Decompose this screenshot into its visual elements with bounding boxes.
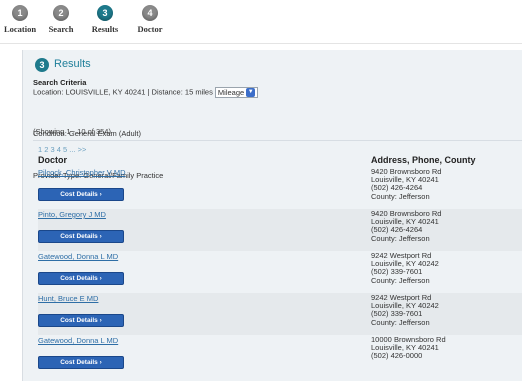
step-number: 2 — [53, 5, 69, 21]
step-progress-bar: 1 Location 2 Search 3 Results 4 Doctor — [0, 0, 522, 44]
results-title: Results — [54, 58, 91, 70]
table-row: Pinto, Gregory J MD Cost Details › 9420 … — [38, 209, 522, 251]
step-label: Results — [91, 24, 119, 34]
step-label: Doctor — [137, 24, 163, 34]
step-number: 1 — [12, 5, 28, 21]
step-label: Location — [3, 24, 37, 34]
step-doctor[interactable]: 4 Doctor — [130, 5, 170, 34]
step-results[interactable]: 3 Results — [85, 5, 125, 34]
distance-unit-value: Mileage — [217, 88, 245, 97]
step-number: 3 — [97, 5, 113, 21]
results-step-badge: 3 — [35, 58, 49, 72]
doctor-name-link[interactable]: Gatewood, Donna L MD — [38, 336, 118, 345]
address-block: 9242 Westport Rd Louisville, KY 40242 (5… — [371, 251, 439, 285]
county: County: Jefferson — [371, 317, 430, 327]
table-row: Gatewood, Donna L MD Cost Details › 1000… — [38, 335, 522, 377]
doctor-name-link[interactable]: Pinto, Gregory J MD — [38, 210, 106, 219]
pagination[interactable]: 1 2 3 4 5 ... >> — [38, 145, 86, 154]
address-block: 9242 Westport Rd Louisville, KY 40242 (5… — [371, 293, 439, 327]
table-row: Hunt, Bruce E MD Cost Details › 9242 Wes… — [38, 293, 522, 335]
cost-details-button[interactable]: Cost Details › — [38, 230, 124, 243]
table-row: Gatewood, Donna L MD Cost Details › 9242… — [38, 251, 522, 293]
location-text: Location: LOUISVILLE, KY 40241 | Distanc… — [33, 87, 213, 97]
address-block: 10000 Brownsboro Rd Louisville, KY 40241… — [371, 335, 446, 361]
divider — [33, 140, 522, 141]
phone: (502) 426-0000 — [371, 351, 423, 361]
address-block: 9420 Brownsboro Rd Louisville, KY 40241 … — [371, 167, 441, 201]
doctor-column-header: Doctor — [38, 155, 67, 165]
step-number: 4 — [142, 5, 158, 21]
cost-details-button[interactable]: Cost Details › — [38, 188, 124, 201]
step-location[interactable]: 1 Location — [0, 5, 40, 34]
criteria-heading: Search Criteria — [33, 78, 87, 87]
cost-details-button[interactable]: Cost Details › — [38, 356, 124, 369]
result-count: (Showing 1 - 10 of 354) — [33, 127, 111, 136]
results-list: Doctor Address, Phone, County Pilcock, C… — [38, 155, 522, 377]
location-row: Location: LOUISVILLE, KY 40241 | Distanc… — [33, 87, 503, 129]
county: County: Jefferson — [371, 233, 430, 243]
table-row: Pilcock, Christopher V MD Cost Details ›… — [38, 167, 522, 209]
distance-unit-select[interactable]: Mileage ▼ — [214, 87, 259, 98]
address-column-header: Address, Phone, County — [371, 155, 476, 165]
step-label: Search — [48, 24, 74, 34]
cost-details-button[interactable]: Cost Details › — [38, 314, 124, 327]
results-column-headers: Doctor Address, Phone, County — [38, 155, 522, 167]
chevron-down-icon: ▼ — [246, 88, 256, 97]
doctor-name-link[interactable]: Pilcock, Christopher V MD — [38, 168, 126, 177]
doctor-name-link[interactable]: Hunt, Bruce E MD — [38, 294, 98, 303]
cost-details-button[interactable]: Cost Details › — [38, 272, 124, 285]
step-search[interactable]: 2 Search — [41, 5, 81, 34]
doctor-name-link[interactable]: Gatewood, Donna L MD — [38, 252, 118, 261]
address-block: 9420 Brownsboro Rd Louisville, KY 40241 … — [371, 209, 441, 243]
county: County: Jefferson — [371, 191, 430, 201]
county: County: Jefferson — [371, 275, 430, 285]
